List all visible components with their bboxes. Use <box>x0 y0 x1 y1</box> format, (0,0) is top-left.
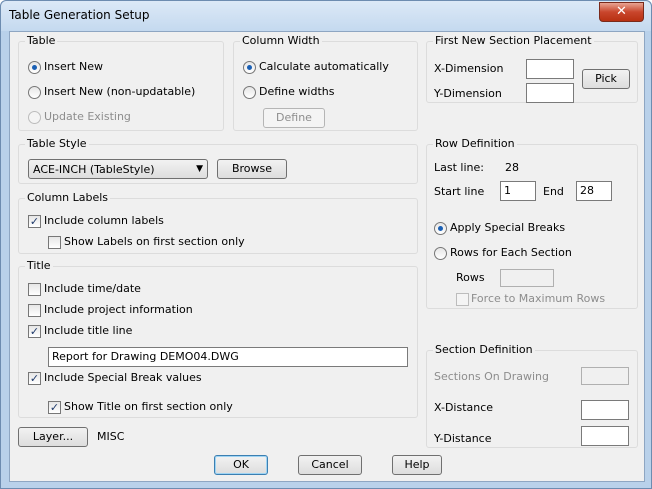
y-distance-label: Y-Distance <box>434 432 492 445</box>
start-line-label: Start line <box>434 185 485 198</box>
y-distance-input[interactable] <box>581 426 629 446</box>
table-style-dropdown[interactable]: ACE-INCH (TableStyle) ▼ <box>28 159 208 179</box>
label-rows-for-each-section: Rows for Each Section <box>450 246 572 259</box>
radio-insert-new[interactable] <box>28 61 41 74</box>
section-definition-title: Section Definition <box>433 343 535 356</box>
sections-on-drawing-label: Sections On Drawing <box>434 370 549 383</box>
chevron-down-icon: ▼ <box>196 164 203 174</box>
row-definition-title: Row Definition <box>433 137 517 150</box>
table-style-group: Table Style ACE-INCH (TableStyle) ▼ Brow… <box>18 137 418 184</box>
include-time-date-label: Include time/date <box>44 282 141 295</box>
radio-calculate-automatically[interactable] <box>243 61 256 74</box>
layer-button[interactable]: Layer... <box>18 427 88 447</box>
section-definition-group: Section Definition Sections On Drawing X… <box>426 343 638 448</box>
radio-update-existing[interactable] <box>28 111 41 124</box>
table-style-selected: ACE-INCH (TableStyle) <box>33 163 155 176</box>
dialog-client-area: Table Insert New Insert New (non-updatab… <box>9 31 645 482</box>
x-dimension-label: X-Dimension <box>434 62 504 75</box>
column-labels-title: Column Labels <box>25 191 111 204</box>
first-section-placement-group: First New Section Placement X-Dimension … <box>426 34 638 103</box>
label-apply-special-breaks: Apply Special Breaks <box>450 221 566 234</box>
table-group: Table Insert New Insert New (non-updatab… <box>18 34 224 131</box>
column-width-group: Column Width Calculate automatically Def… <box>233 34 418 131</box>
last-line-value: 28 <box>505 161 519 174</box>
y-dimension-label: Y-Dimension <box>434 87 502 100</box>
include-special-break-label: Include Special Break values <box>44 371 202 384</box>
x-distance-input[interactable] <box>581 400 629 420</box>
radio-rows-for-each-section[interactable] <box>434 247 447 260</box>
title-bar: Table Generation Setup ✕ <box>1 1 651 31</box>
label-calculate-automatically: Calculate automatically <box>259 60 389 73</box>
force-max-rows-label: Force to Maximum Rows <box>471 292 606 305</box>
rows-label: Rows <box>456 271 485 284</box>
row-definition-group: Row Definition Last line: 28 Start line … <box>426 137 638 309</box>
layer-value: MISC <box>97 430 125 443</box>
close-icon: ✕ <box>616 4 627 19</box>
browse-button[interactable]: Browse <box>217 159 287 179</box>
title-group-title: Title <box>25 259 53 272</box>
include-column-labels-label: Include column labels <box>44 214 164 227</box>
force-max-rows-checkbox[interactable] <box>456 293 469 306</box>
include-time-date-checkbox[interactable] <box>28 283 41 296</box>
end-label: End <box>543 185 564 198</box>
label-insert-new: Insert New <box>44 60 104 73</box>
include-title-line-checkbox[interactable]: ✓ <box>28 325 41 338</box>
radio-define-widths[interactable] <box>243 86 256 99</box>
check-icon: ✓ <box>49 401 60 414</box>
label-define-widths: Define widths <box>259 85 335 98</box>
pick-button[interactable]: Pick <box>582 69 630 89</box>
cancel-button[interactable]: Cancel <box>298 455 362 475</box>
x-dimension-input[interactable] <box>526 59 574 79</box>
show-title-first-section-label: Show Title on first section only <box>64 400 233 413</box>
show-labels-first-section-checkbox[interactable] <box>48 236 61 249</box>
check-icon: ✓ <box>29 325 40 338</box>
table-style-title: Table Style <box>25 137 89 150</box>
sections-on-drawing-input[interactable] <box>581 367 629 385</box>
define-button[interactable]: Define <box>263 108 325 128</box>
help-button[interactable]: Help <box>392 455 442 475</box>
table-group-title: Table <box>25 34 58 47</box>
x-distance-label: X-Distance <box>434 401 494 414</box>
column-labels-group: Column Labels ✓ Include column labels Sh… <box>18 191 418 254</box>
column-width-group-title: Column Width <box>240 34 322 47</box>
title-group: Title Include time/date Include project … <box>18 259 418 418</box>
show-labels-first-section-label: Show Labels on first section only <box>64 235 245 248</box>
ok-button[interactable]: OK <box>214 455 268 475</box>
show-title-first-section-checkbox[interactable]: ✓ <box>48 401 61 414</box>
include-column-labels-checkbox[interactable]: ✓ <box>28 215 41 228</box>
label-update-existing: Update Existing <box>44 110 131 123</box>
include-title-line-label: Include title line <box>44 324 133 337</box>
close-button[interactable]: ✕ <box>599 2 644 22</box>
include-project-info-label: Include project information <box>44 303 193 316</box>
rows-input[interactable] <box>500 269 554 287</box>
radio-insert-new-non-updatable[interactable] <box>28 86 41 99</box>
start-line-input[interactable]: 1 <box>500 181 536 201</box>
include-special-break-checkbox[interactable]: ✓ <box>28 372 41 385</box>
last-line-label: Last line: <box>434 161 484 174</box>
title-line-input[interactable]: Report for Drawing DEMO04.DWG <box>48 347 408 367</box>
window-title: Table Generation Setup <box>9 8 150 22</box>
include-project-info-checkbox[interactable] <box>28 304 41 317</box>
y-dimension-input[interactable] <box>526 83 574 103</box>
first-section-placement-title: First New Section Placement <box>433 34 594 47</box>
radio-apply-special-breaks[interactable] <box>434 222 447 235</box>
dialog-window: Table Generation Setup ✕ Table Insert Ne… <box>0 0 652 489</box>
check-icon: ✓ <box>29 215 40 228</box>
end-input[interactable]: 28 <box>576 181 612 201</box>
label-insert-new-non-updatable: Insert New (non-updatable) <box>44 85 196 98</box>
check-icon: ✓ <box>29 372 40 385</box>
